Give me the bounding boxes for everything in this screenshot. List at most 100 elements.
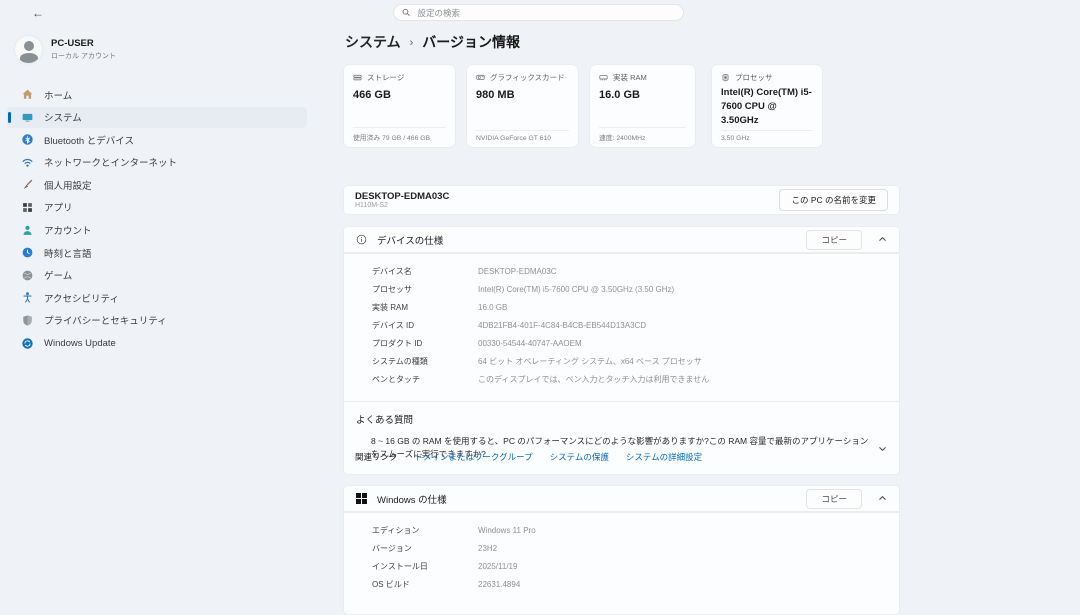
spec-row-install-date: インストール日2025/11/19: [372, 562, 887, 573]
spec-value: 16.0 GB: [478, 303, 507, 314]
spec-value: Windows 11 Pro: [478, 526, 536, 537]
sidebar-item-apps[interactable]: アプリ: [7, 197, 307, 218]
sidebar-nav: ホーム システム Bluetooth とデバイス ネットワークとインターネット …: [7, 84, 307, 355]
spec-value: 00330-54544-40747-AAOEM: [478, 339, 582, 350]
related-links: 関連リンク ドメインまたはワークグループ システムの保護 システムの詳細設定: [355, 451, 702, 463]
related-links-label: 関連リンク: [355, 451, 398, 463]
chevron-up-icon[interactable]: [878, 235, 887, 244]
link-domain-workgroup[interactable]: ドメインまたはワークグループ: [415, 451, 533, 463]
storage-card[interactable]: ストレージ 466 GB 使用済み 79 GB / 466 GB: [343, 64, 456, 148]
spec-row-processor: プロセッサIntel(R) Core(TM) i5-7600 CPU @ 3.5…: [372, 285, 887, 296]
sidebar-item-gaming[interactable]: ゲーム: [7, 265, 307, 286]
spec-row-system-type: システムの種類64 ビット オペレーティング システム、x64 ベース プロセッ…: [372, 357, 887, 368]
device-name-panel: DESKTOP-EDMA03C H110M-S2 この PC の名前を変更: [343, 185, 900, 215]
spec-label: デバイス ID: [372, 321, 478, 332]
sidebar-item-bluetooth-devices[interactable]: Bluetooth とデバイス: [7, 129, 307, 150]
spec-label: OS ビルド: [372, 580, 478, 591]
sidebar-item-home[interactable]: ホーム: [7, 84, 307, 105]
bluetooth-icon: [20, 133, 34, 147]
sidebar-item-label: アクセシビリティ: [44, 291, 119, 305]
sidebar-item-label: 時刻と言語: [44, 246, 92, 260]
chevron-down-icon[interactable]: [878, 444, 887, 453]
sidebar-item-label: アカウント: [44, 223, 92, 237]
sidebar-item-label: ホーム: [44, 88, 72, 102]
system-icon: [20, 110, 34, 124]
card-footer: 3.50 GHz: [721, 130, 813, 142]
card-footer: 使用済み 79 GB / 466 GB: [353, 127, 446, 142]
sidebar-item-privacy-security[interactable]: プライバシーとセキュリティ: [7, 310, 307, 331]
card-value: Intel(R) Core(TM) i5-7600 CPU @ 3.50GHz: [721, 86, 813, 127]
graphics-card[interactable]: グラフィックスカード 980 MB NVIDIA GeForce GT 610: [466, 64, 579, 148]
windows-specs-section: Windows の仕様 コピー エディションWindows 11 Pro バージ…: [343, 485, 900, 615]
faq-block: よくある質問 8 ~ 16 GB の RAM を使用すると、PC のパフォーマン…: [344, 401, 899, 474]
home-icon: [20, 88, 34, 102]
spec-label: バージョン: [372, 544, 478, 555]
sidebar-item-accessibility[interactable]: アクセシビリティ: [7, 287, 307, 308]
spec-row-edition: エディションWindows 11 Pro: [372, 526, 887, 537]
spec-label: デバイス名: [372, 267, 478, 278]
device-specs-title: デバイスの仕様: [377, 233, 443, 247]
user-profile[interactable]: PC-USER ローカル アカウント: [15, 36, 116, 63]
card-value: 980 MB: [476, 88, 569, 102]
device-specs-header[interactable]: デバイスの仕様 コピー: [343, 226, 900, 253]
card-label: グラフィックスカード: [490, 72, 565, 83]
main-content: システム › バージョン情報 ストレージ 466 GB 使用済み 79 GB /…: [343, 0, 901, 580]
spec-label: プロセッサ: [372, 285, 478, 296]
spec-row-os-build: OS ビルド22631.4894: [372, 580, 887, 591]
sidebar-item-label: 個人用設定: [44, 178, 92, 192]
sidebar-item-personalization[interactable]: 個人用設定: [7, 174, 307, 195]
spec-label: エディション: [372, 526, 478, 537]
spec-label: インストール日: [372, 562, 478, 573]
gaming-icon: [20, 268, 34, 282]
breadcrumb-separator-icon: ›: [410, 36, 414, 49]
pc-name: DESKTOP-EDMA03C: [355, 191, 449, 203]
spec-value: DESKTOP-EDMA03C: [478, 267, 557, 278]
card-label: 実装 RAM: [613, 72, 647, 83]
spec-label: システムの種類: [372, 357, 478, 368]
summary-cards: ストレージ 466 GB 使用済み 79 GB / 466 GB グラフィックス…: [343, 64, 823, 148]
sidebar-item-system[interactable]: システム: [7, 107, 307, 128]
card-footer: 速度: 2400MHz: [599, 127, 686, 142]
user-account-type: ローカル アカウント: [51, 51, 116, 61]
ram-card[interactable]: 実装 RAM 16.0 GB 速度: 2400MHz: [589, 64, 696, 148]
copy-device-specs-button[interactable]: コピー: [806, 230, 862, 250]
sidebar-item-windows-update[interactable]: Windows Update: [7, 333, 307, 354]
spec-row-version: バージョン23H2: [372, 544, 887, 555]
spec-row-ram: 実装 RAM16.0 GB: [372, 303, 887, 314]
spec-value: 23H2: [478, 544, 497, 555]
gpu-icon: [476, 73, 485, 82]
info-icon: [356, 234, 367, 245]
sidebar-item-accounts[interactable]: アカウント: [7, 220, 307, 241]
accessibility-icon: [20, 291, 34, 305]
spec-value: 64 ビット オペレーティング システム、x64 ベース プロセッサ: [478, 357, 702, 368]
sidebar-item-label: Windows Update: [44, 338, 116, 349]
sidebar-item-label: ネットワークとインターネット: [44, 155, 177, 169]
sidebar-item-label: ゲーム: [44, 268, 72, 282]
sidebar-item-network-internet[interactable]: ネットワークとインターネット: [7, 152, 307, 173]
time-language-icon: [20, 246, 34, 260]
breadcrumb-system[interactable]: システム: [345, 32, 401, 52]
link-system-protection[interactable]: システムの保護: [550, 451, 609, 463]
copy-windows-specs-button[interactable]: コピー: [806, 489, 862, 509]
sidebar-item-time-language[interactable]: 時刻と言語: [7, 242, 307, 263]
spec-row-pen-touch: ペンとタッチこのディスプレイでは、ペン入力とタッチ入力は利用できません: [372, 375, 887, 386]
spec-label: ペンとタッチ: [372, 375, 478, 386]
network-icon: [20, 155, 34, 169]
storage-icon: [353, 73, 362, 82]
spec-row-device-name: デバイス名DESKTOP-EDMA03C: [372, 267, 887, 278]
cpu-icon: [721, 73, 730, 82]
spec-value: Intel(R) Core(TM) i5-7600 CPU @ 3.50GHz …: [478, 285, 674, 296]
windows-specs-header[interactable]: Windows の仕様 コピー: [343, 485, 900, 512]
chevron-up-icon[interactable]: [878, 494, 887, 503]
link-advanced-system-settings[interactable]: システムの詳細設定: [626, 451, 702, 463]
user-name: PC-USER: [51, 38, 116, 50]
faq-heading: よくある質問: [356, 412, 887, 426]
windows-update-icon: [20, 336, 34, 350]
spec-label: 実装 RAM: [372, 303, 478, 314]
pc-model: H110M-S2: [355, 202, 449, 209]
spec-value: 22631.4894: [478, 580, 520, 591]
processor-card[interactable]: プロセッサ Intel(R) Core(TM) i5-7600 CPU @ 3.…: [711, 64, 823, 148]
sidebar: PC-USER ローカル アカウント ホーム システム Bluetooth とデ…: [0, 0, 332, 580]
rename-pc-button[interactable]: この PC の名前を変更: [779, 189, 888, 211]
device-specs-body: デバイス名DESKTOP-EDMA03C プロセッサIntel(R) Core(…: [343, 253, 900, 475]
